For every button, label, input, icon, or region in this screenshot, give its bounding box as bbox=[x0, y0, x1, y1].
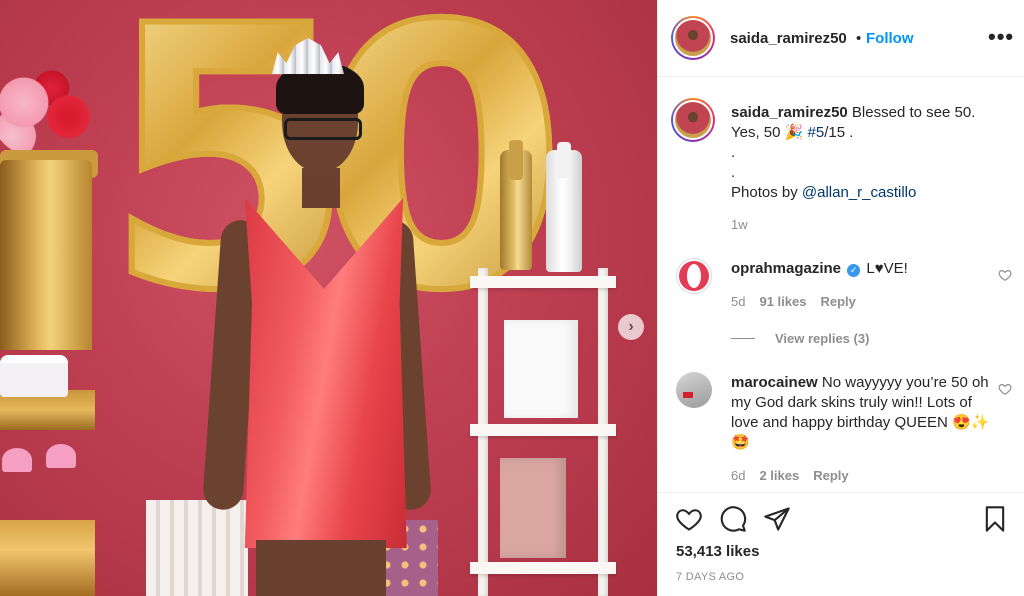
flower-arrangement bbox=[0, 64, 102, 160]
caption-avatar[interactable] bbox=[671, 98, 715, 142]
more-options-icon[interactable]: ••• bbox=[988, 24, 1014, 50]
woman-in-pink-dress bbox=[201, 30, 434, 596]
caption-dot-1: . bbox=[731, 144, 736, 161]
caption-text-2: Yes, 50 🎉 bbox=[731, 124, 804, 141]
comment-timestamp[interactable]: 5d bbox=[731, 294, 745, 309]
post-side-panel: saida_ramirez50 • Follow ••• saida_ramir… bbox=[657, 0, 1024, 596]
chevron-right-icon: › bbox=[628, 318, 634, 335]
author-avatar[interactable] bbox=[671, 16, 715, 60]
comment-meta: 5d 91 likes Reply bbox=[731, 294, 856, 309]
next-photo-button[interactable]: › bbox=[618, 314, 644, 340]
post-photo[interactable]: 5 0 › bbox=[0, 0, 657, 596]
comment-timestamp[interactable]: 6d bbox=[731, 468, 745, 483]
follow-button[interactable]: Follow bbox=[866, 30, 914, 47]
like-comment-heart-icon[interactable] bbox=[998, 268, 1012, 282]
caption-dot-2: . bbox=[731, 164, 736, 181]
cupcake bbox=[46, 444, 76, 468]
replies-divider bbox=[731, 338, 755, 339]
comment-body: L♥VE! bbox=[866, 260, 908, 277]
tiara bbox=[272, 38, 344, 74]
bookmark-icon[interactable] bbox=[981, 505, 1009, 533]
comment-likes[interactable]: 91 likes bbox=[759, 294, 806, 309]
commenter-avatar[interactable] bbox=[676, 258, 712, 294]
view-replies-label: View replies (3) bbox=[775, 331, 870, 346]
cupcake bbox=[2, 448, 32, 472]
heart-icon[interactable] bbox=[675, 505, 703, 533]
gold-bottle bbox=[500, 140, 532, 270]
gold-pillar bbox=[0, 160, 92, 350]
caption: saida_ramirez50 Blessed to see 50. Yes, … bbox=[731, 103, 1011, 203]
comments-section[interactable]: saida_ramirez50 Blessed to see 50. Yes, … bbox=[658, 78, 1024, 492]
comment-meta: 6d 2 likes Reply bbox=[731, 468, 849, 483]
like-comment-heart-icon[interactable] bbox=[998, 382, 1012, 396]
reply-button[interactable]: Reply bbox=[813, 468, 848, 483]
white-bottle bbox=[546, 142, 582, 272]
white-gift-bag bbox=[504, 320, 578, 418]
share-icon[interactable] bbox=[763, 505, 791, 533]
cake bbox=[0, 355, 68, 397]
commenter-avatar[interactable] bbox=[676, 372, 712, 408]
author-username[interactable]: saida_ramirez50 bbox=[730, 30, 847, 47]
commenter-username[interactable]: oprahmagazine bbox=[731, 260, 841, 277]
photos-by-label: Photos by bbox=[731, 184, 798, 201]
post-timestamp[interactable]: 7 DAYS AGO bbox=[676, 571, 744, 583]
caption-timestamp[interactable]: 1w bbox=[731, 217, 748, 232]
hashtag-link[interactable]: #5 bbox=[808, 124, 825, 141]
caption-text-1: Blessed to see 50. bbox=[851, 104, 976, 121]
reply-button[interactable]: Reply bbox=[820, 294, 855, 309]
comment-text: marocainew No wayyyyy you’re 50 oh my Go… bbox=[731, 373, 993, 453]
commenter-username[interactable]: marocainew bbox=[731, 374, 818, 391]
comment-text: oprahmagazine ✓ L♥VE! bbox=[731, 259, 993, 279]
comment-likes[interactable]: 2 likes bbox=[759, 468, 799, 483]
post-actions: 53,413 likes 7 DAYS AGO bbox=[658, 492, 1024, 596]
caption-username[interactable]: saida_ramirez50 bbox=[731, 104, 848, 121]
view-replies-button[interactable]: View replies (3) bbox=[731, 331, 869, 346]
mention-link[interactable]: @allan_r_castillo bbox=[802, 184, 916, 201]
verified-badge-icon: ✓ bbox=[847, 264, 861, 277]
separator-dot: • bbox=[856, 30, 862, 47]
like-count[interactable]: 53,413 likes bbox=[676, 543, 759, 560]
glasses bbox=[284, 118, 362, 140]
caption-text-3: /15 . bbox=[824, 124, 854, 141]
white-shelf bbox=[470, 268, 616, 596]
comment-icon[interactable] bbox=[719, 505, 747, 533]
post-header: saida_ramirez50 • Follow ••• bbox=[658, 0, 1024, 77]
rose-gift-bag bbox=[500, 458, 566, 558]
